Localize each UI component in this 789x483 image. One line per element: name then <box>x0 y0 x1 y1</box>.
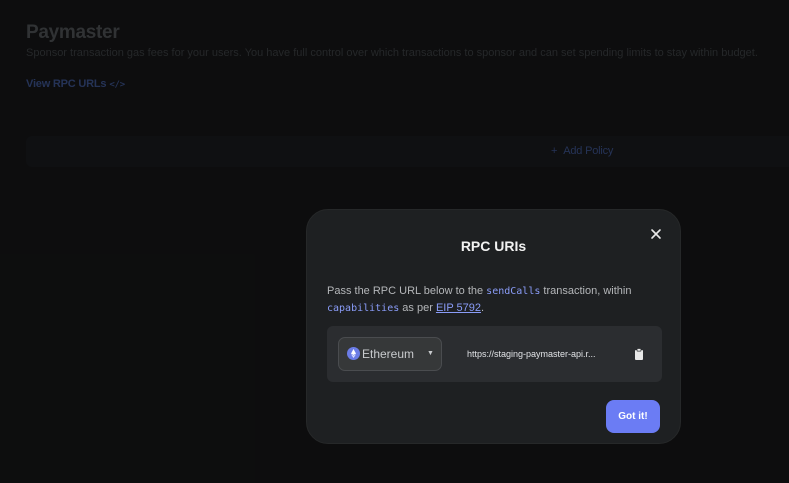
chain-select-value: Ethereum <box>362 347 415 361</box>
sendcalls-code: sendCalls <box>486 286 541 297</box>
desc-text: . <box>481 302 485 314</box>
modal-title: RPC URIs <box>460 238 527 254</box>
rpc-url-value[interactable]: https://staging-paymaster-api.r... <box>467 349 596 359</box>
chevron-down-icon: ▼ <box>427 350 434 357</box>
desc-text: as per <box>399 302 436 314</box>
desc-text: transaction, within <box>540 285 632 297</box>
capabilities-code: capabilities <box>327 303 400 314</box>
ethereum-icon <box>347 347 360 360</box>
eip-5792-link[interactable]: EIP 5792 <box>436 302 481 314</box>
chain-select[interactable]: Ethereum ▼ <box>338 337 442 371</box>
close-icon[interactable] <box>649 227 663 241</box>
desc-text: Pass the RPC URL below to the <box>327 285 487 297</box>
modal-description: Pass the RPC URL below to the sendCalls … <box>327 283 647 317</box>
rpc-uris-modal: RPC URIs Pass the RPC URL below to the s… <box>306 209 681 444</box>
got-it-button[interactable]: Got it! <box>606 400 660 433</box>
rpc-url-panel: Ethereum ▼ https://staging-paymaster-api… <box>327 326 662 382</box>
copy-icon[interactable] <box>632 347 646 361</box>
